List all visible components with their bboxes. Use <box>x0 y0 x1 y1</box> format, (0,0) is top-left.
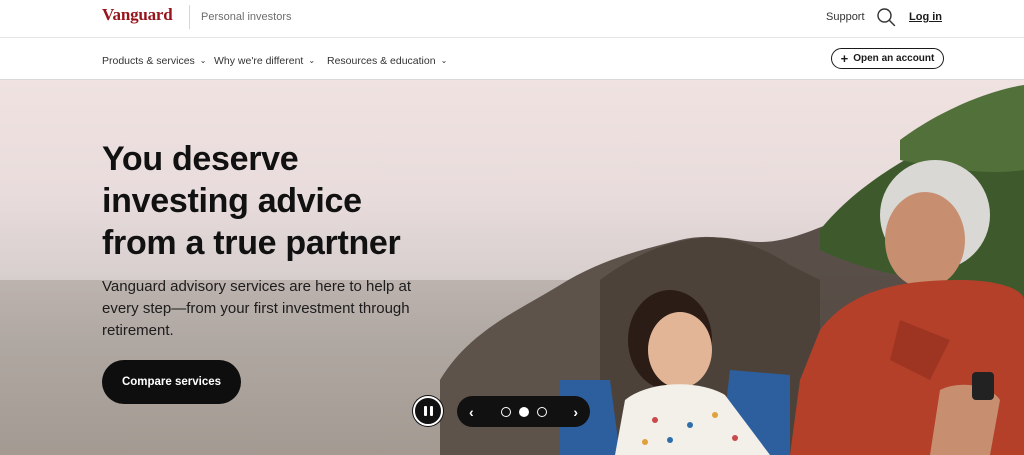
nav-label: Why we're different <box>214 55 304 67</box>
chevron-down-icon: ⌄ <box>308 56 316 65</box>
nav-why-different[interactable]: Why we're different ⌄ <box>214 55 315 67</box>
search-icon[interactable] <box>876 7 896 27</box>
chevron-down-icon: ⌄ <box>199 56 207 65</box>
chevron-down-icon: ⌄ <box>440 56 448 65</box>
support-link[interactable]: Support <box>826 11 865 23</box>
carousel-controls: ‹ › <box>457 396 590 427</box>
logo-divider <box>189 5 190 29</box>
main-nav: Products & services ⌄ Why we're different… <box>0 38 1024 80</box>
compare-services-button[interactable]: Compare services <box>102 360 241 404</box>
hero-title-line: You deserve <box>102 140 299 178</box>
login-link[interactable]: Log in <box>909 11 942 23</box>
plus-icon: + <box>840 51 849 66</box>
open-account-label: Open an account <box>853 53 935 64</box>
carousel-dot[interactable] <box>518 406 529 417</box>
vanguard-logo[interactable]: Vanguard <box>102 5 173 25</box>
personal-investors-link[interactable]: Personal investors <box>201 11 292 23</box>
nav-products-services[interactable]: Products & services ⌄ <box>102 55 207 67</box>
chevron-right-icon[interactable]: › <box>573 404 578 420</box>
carousel-dot[interactable] <box>500 406 511 417</box>
hero-title-line: investing advice <box>102 182 362 220</box>
hero-subtitle: Vanguard advisory services are here to h… <box>102 278 412 339</box>
nav-resources-education[interactable]: Resources & education ⌄ <box>327 55 447 67</box>
nav-label: Products & services <box>102 55 195 67</box>
hero-banner: You deserve investing advice from a true… <box>0 80 1024 455</box>
hero-title-line: from a true partner <box>102 224 401 262</box>
carousel-dot[interactable] <box>536 406 547 417</box>
pause-icon <box>423 406 427 416</box>
nav-label: Resources & education <box>327 55 436 67</box>
pause-icon <box>429 406 433 416</box>
open-account-button[interactable]: + Open an account <box>831 48 944 69</box>
chevron-left-icon[interactable]: ‹ <box>469 404 474 420</box>
hero-title: You deserve investing advice from a true… <box>102 138 482 264</box>
top-utility-bar: Vanguard Personal investors Support Log … <box>0 0 1024 38</box>
carousel-dots <box>500 406 547 417</box>
pause-button[interactable] <box>413 396 443 426</box>
